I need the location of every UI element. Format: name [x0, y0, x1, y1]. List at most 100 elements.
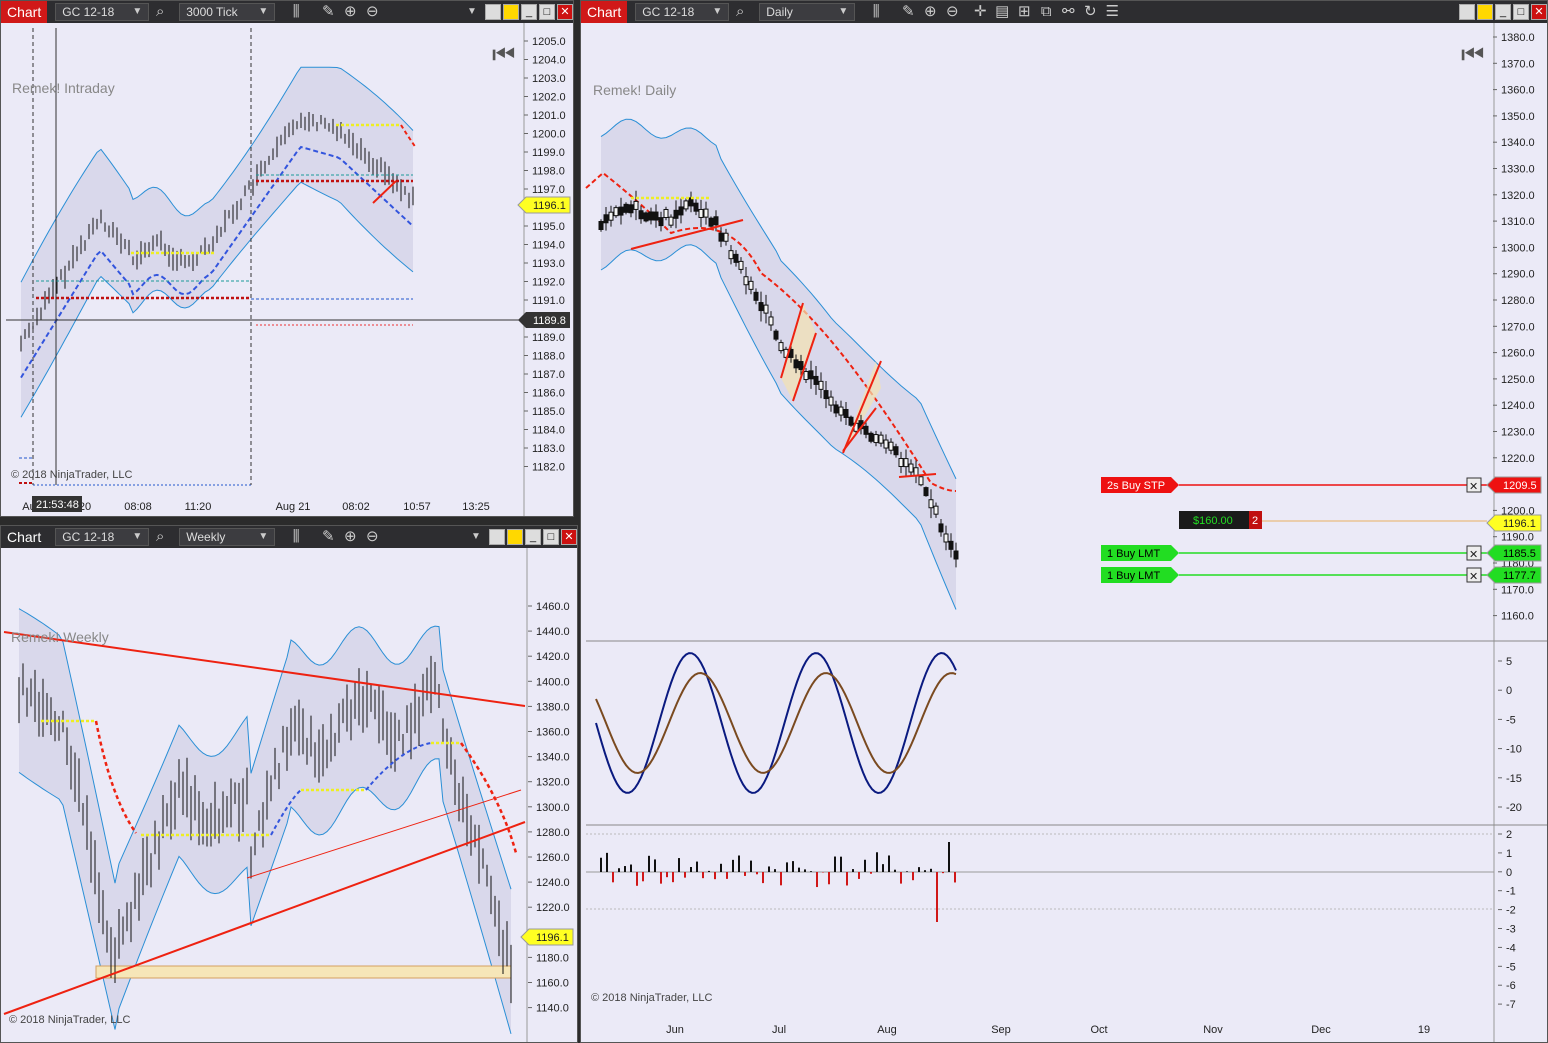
draw-pencil-icon[interactable]: ✎ [897, 1, 919, 23]
color-box-icon[interactable] [485, 4, 501, 20]
draw-pencil-icon[interactable]: ✎ [317, 1, 339, 23]
last-price-label: 1196.1 [533, 200, 566, 212]
order-price-label: 1185.5 [1503, 548, 1536, 560]
chart-label: Remek! Daily [593, 82, 676, 98]
strategies-icon[interactable]: ⧉ [1035, 1, 1057, 23]
close-icon[interactable]: ✕ [561, 529, 577, 545]
search-icon[interactable]: ⌕ [149, 526, 171, 548]
position-pnl: $160.00 [1193, 515, 1233, 527]
bar-style-icon[interactable]: ⫼ [285, 526, 307, 548]
chart-tab[interactable]: Chart [581, 1, 628, 23]
link-color-icon[interactable] [507, 529, 523, 545]
data-box-icon[interactable]: ☰ [1101, 1, 1123, 23]
maximize-icon[interactable]: □ [1513, 4, 1529, 20]
instrument-selector[interactable]: GC 12-18 ▼ [635, 3, 730, 21]
candle-body [713, 216, 719, 226]
candle-body [903, 458, 909, 468]
weekly-price-chart[interactable]: 1460.0 1440.0 1420.0 1400.0 1380.0 1360.0 1340… [1, 548, 578, 1043]
axis-tick-label: 1400.0 [536, 676, 570, 688]
time-tick-label: Jul [772, 1024, 786, 1036]
chevron-down-icon: ▼ [258, 6, 269, 17]
scroll-to-end-icon[interactable]: ⏮ [1461, 39, 1484, 69]
axis-tick-label: 1220.0 [1501, 453, 1535, 465]
axis-tick-label: 1200.0 [532, 129, 566, 141]
chart-tab[interactable]: Chart [1, 1, 48, 23]
candle-body [933, 505, 939, 515]
instrument-selector[interactable]: GC 12-18 ▼ [55, 3, 150, 21]
search-icon[interactable]: ⌕ [729, 1, 751, 23]
axis-tick-label: 1201.0 [532, 110, 566, 122]
candle-body [753, 291, 759, 301]
zoom-out-icon[interactable]: ⊖ [941, 1, 963, 23]
chevron-down-icon: ▼ [258, 531, 269, 542]
candle-body [808, 370, 814, 380]
bar-style-icon[interactable]: ⫼ [285, 1, 307, 23]
axis-tick-label: 1330.0 [1501, 164, 1535, 176]
candle-body [633, 200, 639, 210]
order-label: 2s Buy STP [1107, 480, 1165, 492]
search-icon[interactable]: ⌕ [149, 1, 171, 23]
axis-tick-label: -2 [1506, 905, 1516, 917]
axis-tick-label: 1197.0 [532, 184, 565, 196]
draw-pencil-icon[interactable]: ✎ [317, 526, 339, 548]
window-controls: ▼ _ □ ✕ [461, 1, 573, 23]
axis-tick-label: 1270.0 [1501, 321, 1535, 333]
cursor-price-marker: 1189.8 [518, 312, 570, 328]
axis-tick-label: 1140.0 [536, 1003, 569, 1015]
axis-tick-label: 1300.0 [1501, 242, 1535, 254]
link-color-icon[interactable] [503, 4, 519, 20]
axis-tick-label: -5 [1506, 714, 1516, 726]
chevron-down-icon: ▼ [838, 6, 849, 17]
maximize-icon[interactable]: □ [543, 529, 559, 545]
support-zone [95, 965, 512, 979]
interval-selector[interactable]: Weekly ▼ [179, 528, 276, 546]
axis-tick-label: -15 [1506, 773, 1522, 785]
minimize-icon[interactable]: _ [521, 4, 537, 20]
minimize-icon[interactable]: _ [525, 529, 541, 545]
interval-selector[interactable]: 3000 Tick ▼ [179, 3, 276, 21]
zoom-in-icon[interactable]: ⊕ [339, 526, 361, 548]
color-box-icon[interactable] [1459, 4, 1475, 20]
instrument-selector[interactable]: GC 12-18 ▼ [55, 528, 150, 546]
candle-body [793, 359, 799, 369]
link-color-icon[interactable] [1477, 4, 1493, 20]
zoom-out-icon[interactable]: ⊖ [361, 1, 383, 23]
zoom-in-icon[interactable]: ⊕ [339, 1, 361, 23]
chart-tab[interactable]: Chart [1, 526, 48, 548]
price-axis-ticks: 1205.0 1204.0 1203.0 1202.0 1201.0 1200.0 1199… [524, 36, 566, 474]
properties-icon[interactable]: ▤ [991, 1, 1013, 23]
axis-tick-label: -4 [1506, 942, 1516, 954]
order-label: 1 Buy LMT [1107, 570, 1160, 582]
color-box-icon[interactable] [489, 529, 505, 545]
indicators-icon[interactable]: ⊞ [1013, 1, 1035, 23]
zoom-out-icon[interactable]: ⊖ [361, 526, 383, 548]
axis-tick-label: 1360.0 [536, 727, 570, 739]
chart-trader-icon[interactable]: ⚯ [1057, 1, 1079, 23]
refresh-icon[interactable]: ↻ [1079, 1, 1101, 23]
axis-tick-label: 1170.0 [1501, 584, 1534, 596]
interval-selector[interactable]: Daily ▼ [759, 3, 856, 21]
interval-value: Daily [766, 5, 793, 19]
maximize-icon[interactable]: □ [539, 4, 555, 20]
interval-value: 3000 Tick [186, 5, 238, 19]
bar-style-icon[interactable]: ⫼ [865, 1, 887, 23]
chevron-down-icon: ▼ [712, 6, 723, 17]
axis-tick-label: 1260.0 [536, 852, 570, 864]
scroll-to-end-icon[interactable]: ⏮ [492, 39, 515, 69]
close-icon[interactable]: ✕ [1531, 4, 1547, 20]
candle-body [848, 416, 854, 426]
axis-tick-label: 1300.0 [536, 802, 570, 814]
dropdown-arrow-icon[interactable]: ▼ [461, 1, 483, 23]
dropdown-arrow-icon[interactable]: ▼ [465, 526, 487, 548]
minimize-icon[interactable]: _ [1495, 4, 1511, 20]
candle-body [668, 216, 674, 226]
intraday-price-chart[interactable]: 1205.0 1204.0 1203.0 1202.0 1201.0 1200.0 1199… [1, 23, 574, 517]
daily-price-chart[interactable]: 1380.0 1370.0 1360.0 1350.0 1340.0 1330.0 1320… [581, 23, 1548, 1043]
candle-body [923, 487, 929, 497]
close-icon[interactable]: ✕ [557, 4, 573, 20]
candle-body [818, 380, 824, 390]
zoom-in-icon[interactable]: ⊕ [919, 1, 941, 23]
crosshair-icon[interactable]: ✛ [969, 1, 991, 23]
candle-body [743, 276, 749, 286]
candle-body [693, 202, 699, 212]
